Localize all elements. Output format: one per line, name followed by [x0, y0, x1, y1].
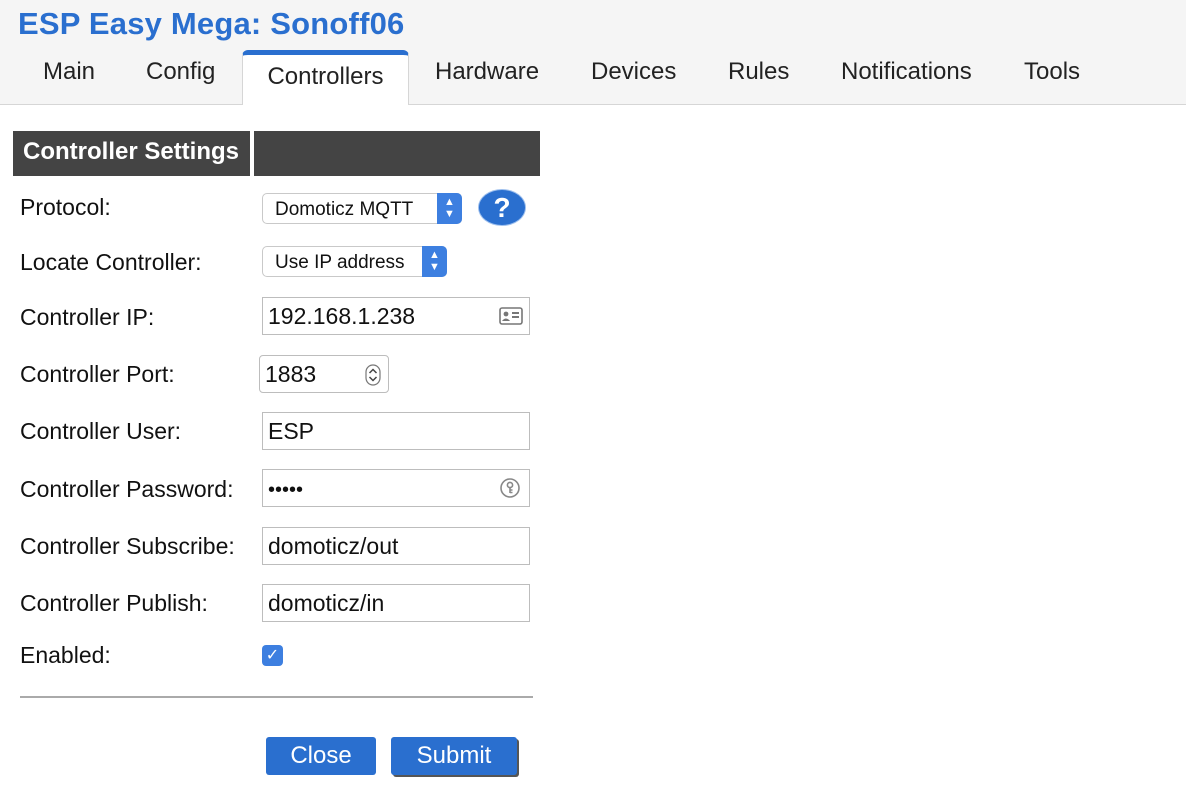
publish-label: Controller Publish: — [20, 590, 208, 616]
tab-devices[interactable]: Devices — [591, 58, 676, 92]
tab-rules[interactable]: Rules — [728, 58, 789, 92]
select-arrows-icon: ▲ ▼ — [437, 193, 462, 224]
protocol-select[interactable]: Domoticz MQTT ▲ ▼ — [262, 193, 462, 224]
help-button[interactable]: ? — [479, 190, 525, 225]
section-header-spacer — [254, 131, 540, 176]
app-title: ESP Easy Mega: Sonoff06 — [18, 6, 405, 41]
protocol-label: Protocol: — [20, 194, 111, 220]
publish-input[interactable]: domoticz/in — [262, 584, 530, 622]
contact-card-icon[interactable] — [499, 307, 523, 325]
tab-config[interactable]: Config — [146, 58, 215, 92]
user-value: ESP — [268, 418, 315, 444]
ip-value: 192.168.1.238 — [268, 303, 416, 329]
top-header: ESP Easy Mega: Sonoff06 Main Config Cont… — [0, 0, 1186, 105]
publish-value: domoticz/in — [268, 590, 385, 616]
stepper-arrows-icon[interactable] — [365, 364, 381, 386]
port-stepper[interactable]: 1883 — [259, 355, 389, 393]
section-title: Controller Settings — [13, 131, 250, 176]
locate-label: Locate Controller: — [20, 249, 202, 275]
user-input[interactable]: ESP — [262, 412, 530, 450]
locate-select[interactable]: Use IP address ▲ ▼ — [262, 246, 447, 277]
tab-notifications[interactable]: Notifications — [841, 58, 972, 92]
tab-main[interactable]: Main — [43, 58, 95, 92]
port-value: 1883 — [265, 361, 317, 387]
ip-input[interactable]: 192.168.1.238 — [262, 297, 530, 335]
enabled-checkbox[interactable]: ✓ — [262, 645, 283, 666]
user-label: Controller User: — [20, 418, 182, 444]
select-arrows-icon: ▲ ▼ — [422, 246, 447, 277]
subscribe-input[interactable]: domoticz/out — [262, 527, 530, 565]
divider — [20, 696, 533, 698]
password-input[interactable]: ••••• — [262, 469, 530, 507]
subscribe-label: Controller Subscribe: — [20, 533, 235, 559]
locate-value: Use IP address — [275, 252, 405, 273]
tab-controllers[interactable]: Controllers — [242, 50, 409, 105]
ip-label: Controller IP: — [20, 304, 155, 330]
tab-hardware[interactable]: Hardware — [435, 58, 539, 92]
enabled-label: Enabled: — [20, 642, 111, 668]
protocol-value: Domoticz MQTT — [275, 199, 414, 220]
subscribe-value: domoticz/out — [268, 533, 399, 559]
close-button[interactable]: Close — [266, 737, 376, 775]
password-label: Controller Password: — [20, 476, 234, 502]
checkmark-icon: ✓ — [265, 647, 280, 664]
key-icon[interactable] — [499, 477, 521, 499]
password-value: ••••• — [268, 479, 304, 501]
submit-button[interactable]: Submit — [391, 737, 517, 775]
tab-tools[interactable]: Tools — [1024, 58, 1080, 92]
port-label: Controller Port: — [20, 361, 175, 387]
